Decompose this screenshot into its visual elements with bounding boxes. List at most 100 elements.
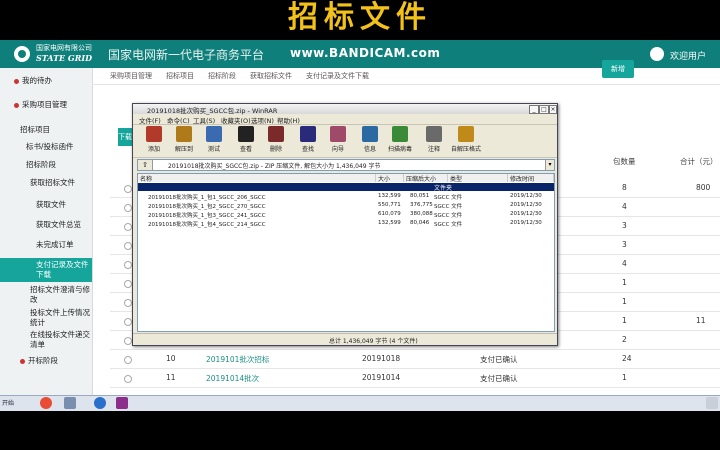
toolbar-button[interactable]: 向导 [321, 126, 355, 153]
toolbar-button[interactable]: 添加 [137, 126, 171, 153]
row-radio[interactable] [124, 337, 132, 345]
cell-pkg: 4 [622, 202, 627, 211]
download-button[interactable]: 下载 [118, 128, 132, 146]
list-header-type[interactable]: 类型 [448, 174, 508, 183]
toolbar-button[interactable]: 查看 [229, 126, 263, 153]
maximize-icon[interactable]: □ [539, 105, 549, 114]
toolbar-button[interactable]: 删除 [259, 126, 293, 153]
sidebar-item[interactable]: 我的待办 [0, 74, 92, 88]
winrar-menu: 文件(F) 命令(C) 工具(S) 收藏夹(O) 选项(N) 帮助(H) [133, 114, 557, 125]
start-button[interactable]: 开始 [2, 398, 14, 407]
row-radio[interactable] [124, 223, 132, 231]
close-icon[interactable]: × [549, 105, 557, 114]
sidebar-item[interactable]: 在线投标文件递交清单 [0, 328, 92, 352]
cell-num: 10 [166, 354, 176, 363]
sidebar-item[interactable]: 开标阶段 [0, 354, 92, 368]
sidebar-item[interactable]: 获取文件 [0, 198, 92, 212]
row-radio[interactable] [124, 204, 132, 212]
new-button[interactable]: 新增 [602, 60, 634, 78]
toolbar-label: 注释 [427, 146, 440, 153]
virus-scan-icon [392, 126, 408, 142]
file-size: 132,599 [378, 220, 401, 226]
browser-icon[interactable] [94, 397, 106, 409]
cell-pkg: 3 [622, 240, 627, 249]
toolbar-button[interactable]: 扫描病毒 [383, 126, 417, 153]
list-item-parent-folder[interactable]: 文件夹 [138, 183, 554, 192]
sidebar-item[interactable]: 投标文件上传情况统计 [0, 306, 92, 330]
winrar-window[interactable]: 20191018批次购买_SGCC包.zip - WinRAR _ □ × 文件… [132, 103, 558, 346]
file-packed: 80,051 [410, 193, 430, 199]
cell-num: 11 [166, 373, 176, 382]
up-folder-icon[interactable]: ⇧ [138, 160, 153, 170]
sidebar-item[interactable]: 招标文件澄清与修改 [0, 283, 92, 307]
breadcrumb-item[interactable]: 招标项目 [166, 71, 194, 81]
toolbar-button[interactable]: 测试 [197, 126, 231, 153]
winrar-titlebar[interactable]: 20191018批次购买_SGCC包.zip - WinRAR _ □ × [133, 104, 557, 115]
table-row[interactable]: 11 20191014批次 20191014 支付已确认 1 [110, 370, 720, 388]
row-radio[interactable] [124, 375, 132, 383]
list-item[interactable]: 20191018批次购买_1_包2_SGCC_270_SGCC 550,771 37… [138, 202, 554, 210]
minimize-icon[interactable]: _ [529, 105, 539, 114]
row-radio[interactable] [124, 242, 132, 250]
sidebar-item[interactable]: 招标项目 [0, 123, 92, 137]
chevron-down-icon[interactable]: ▾ [545, 160, 554, 170]
list-item[interactable]: 20191018批次购买_1_包1_SGCC_206_SGCC 132,599 80… [138, 193, 554, 201]
user-avatar-icon[interactable] [650, 47, 664, 61]
folder-type: 文件夹 [434, 185, 453, 192]
sidebar-item[interactable]: 采购项目管理 [0, 98, 92, 112]
breadcrumb-item[interactable]: 获取招标文件 [250, 71, 292, 81]
toolbar-label: 向导 [331, 146, 344, 153]
toolbar-button[interactable]: 注释 [417, 126, 451, 153]
delete-icon [268, 126, 284, 142]
row-radio[interactable] [124, 318, 132, 326]
toolbar-button[interactable]: 解压到 [167, 126, 201, 153]
user-name[interactable]: 欢迎用户 [670, 49, 706, 62]
sidebar-item-label: 获取文件 [36, 200, 66, 209]
row-radio[interactable] [124, 280, 132, 288]
row-radio[interactable] [124, 185, 132, 193]
row-radio[interactable] [124, 356, 132, 364]
toolbar-label: 信息 [363, 146, 376, 153]
cell-status: 支付已确认 [480, 374, 518, 383]
list-item[interactable]: 20191018批次购买_1_包4_SGCC_214_SGCC 132,599 80… [138, 220, 554, 228]
list-header-name[interactable]: 名称 [138, 174, 376, 183]
sidebar-item[interactable]: 标书/投标函件 [0, 140, 92, 154]
list-header-packed[interactable]: 压缩后大小 [404, 174, 448, 183]
toolbar-button[interactable]: 信息 [353, 126, 387, 153]
cell-pkg: 3 [622, 221, 627, 230]
tray-icon[interactable] [706, 397, 718, 409]
status-summary: 总计 1,436,049 字节 (4 个文件) [329, 338, 418, 345]
cell-pkg: 24 [622, 354, 632, 363]
row-radio[interactable] [124, 299, 132, 307]
file-size: 132,599 [378, 193, 401, 199]
wizard-icon [330, 126, 346, 142]
cell-name[interactable]: 20191014批次 [206, 373, 259, 384]
winrar-task-icon[interactable] [116, 397, 128, 409]
list-header-date[interactable]: 修改时间 [508, 174, 554, 183]
list-header-size[interactable]: 大小 [376, 174, 404, 183]
toolbar-label: 查看 [239, 146, 252, 153]
breadcrumb-item[interactable]: 招标阶段 [208, 71, 236, 81]
table-row[interactable]: 10 2019101批次招标 20191018 支付已确认 24 [110, 351, 720, 369]
toolbar-label: 删除 [269, 146, 282, 153]
sidebar-item[interactable]: 未完成订单 [0, 238, 92, 252]
row-radio[interactable] [124, 261, 132, 269]
menu-dot-icon [14, 102, 19, 108]
path-bar[interactable]: ⇧ 20191018批次购买_SGCC包.zip - ZIP 压缩文件, 解包大… [137, 159, 555, 171]
toolbar-button[interactable]: 查找 [291, 126, 325, 153]
toolbar-button[interactable]: 自解压格式 [449, 126, 483, 153]
sidebar-item[interactable]: 获取文件总览 [0, 218, 92, 232]
chrome-icon[interactable] [40, 397, 52, 409]
file-list: 名称 大小 压缩后大小 类型 修改时间 文件夹 20191018批次购买_1_包… [137, 173, 555, 332]
comment-icon [426, 126, 442, 142]
sidebar-item[interactable]: 招标阶段 [0, 158, 92, 172]
sidebar-item[interactable]: 获取招标文件 [0, 176, 92, 190]
menu-dot-icon [14, 78, 19, 84]
sidebar-item[interactable]: 支付记录及文件下载 [0, 258, 92, 282]
list-item[interactable]: 20191018批次购买_1_包3_SGCC_241_SGCC 610,079 38… [138, 211, 554, 219]
cell-pkg: 1 [622, 297, 627, 306]
breadcrumb-item[interactable]: 采购项目管理 [110, 71, 152, 81]
breadcrumb-item[interactable]: 支付记录及文件下载 [306, 71, 369, 81]
cell-name[interactable]: 2019101批次招标 [206, 354, 269, 365]
app-icon[interactable] [64, 397, 76, 409]
